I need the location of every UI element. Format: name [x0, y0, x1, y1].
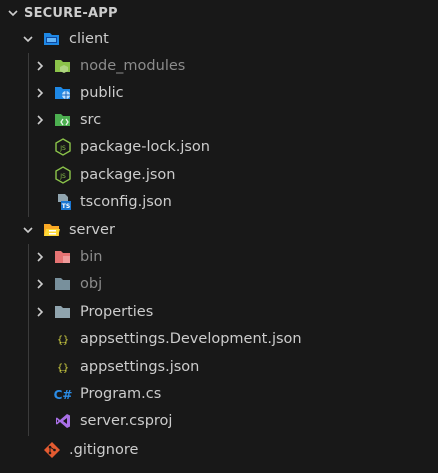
- chevron-down-icon: [8, 10, 18, 17]
- client-folder-open-icon: [44, 33, 59, 45]
- file-label: server.csproj: [80, 413, 173, 429]
- folder-label: client: [69, 31, 109, 47]
- public-folder-icon: [55, 87, 70, 99]
- file-label: Program.cs: [80, 386, 162, 402]
- file-tsconfig-json[interactable]: TS tsconfig.json: [0, 189, 438, 216]
- csharp-icon: C#: [54, 388, 72, 402]
- json-braces-icon: {}: [57, 363, 69, 374]
- file-package-lock-json[interactable]: JS package-lock.json: [0, 134, 438, 161]
- nodejs-icon: JS: [55, 138, 71, 156]
- file-label: .gitignore: [69, 442, 139, 458]
- nodejs-icon: JS: [55, 166, 71, 184]
- file-label: package.json: [80, 167, 176, 183]
- chevron-down-icon: [23, 227, 33, 234]
- file-server-csproj[interactable]: server.csproj: [0, 408, 438, 435]
- svg-text:C#: C#: [54, 388, 72, 402]
- src-folder-icon: [55, 114, 70, 126]
- file-label: appsettings.json: [80, 359, 200, 375]
- folder-label: server: [69, 222, 115, 238]
- chevron-right-icon: [37, 115, 44, 125]
- chevron-right-icon: [37, 307, 44, 317]
- file-label: appsettings.Development.json: [80, 331, 302, 347]
- folder-label: obj: [80, 276, 103, 292]
- folder-bin[interactable]: bin: [0, 244, 438, 271]
- folder-client[interactable]: client: [0, 26, 438, 53]
- folder-label: src: [80, 112, 102, 128]
- chevron-down-icon: [23, 36, 33, 43]
- file-package-json[interactable]: JS package.json: [0, 162, 438, 189]
- node-modules-folder-icon: [55, 60, 70, 73]
- folder-node-modules[interactable]: node_modules: [0, 53, 438, 80]
- svg-text:JS: JS: [59, 145, 66, 152]
- svg-text:{}: {}: [57, 335, 69, 346]
- file-explorer: SECURE-APP client node_modules public sr…: [0, 0, 438, 473]
- chevron-right-icon: [37, 88, 44, 98]
- chevron-right-icon: [37, 279, 44, 289]
- json-braces-icon: {}: [57, 335, 69, 346]
- svg-text:JS: JS: [59, 173, 66, 180]
- file-label: package-lock.json: [80, 139, 210, 155]
- root-folder-secure-app[interactable]: SECURE-APP: [0, 0, 438, 27]
- bin-folder-icon: [55, 251, 70, 263]
- visual-studio-icon: [56, 414, 70, 428]
- folder-icon: [55, 306, 70, 318]
- typescript-config-icon: TS: [58, 194, 71, 210]
- file-gitignore[interactable]: .gitignore: [0, 437, 438, 464]
- file-appsettings-development-json[interactable]: {} appsettings.Development.json: [0, 326, 438, 353]
- chevron-right-icon: [37, 61, 44, 71]
- folder-label: Properties: [80, 304, 154, 320]
- git-icon: [44, 442, 60, 458]
- chevron-right-icon: [37, 252, 44, 262]
- file-appsettings-json[interactable]: {} appsettings.json: [0, 354, 438, 381]
- folder-properties[interactable]: Properties: [0, 299, 438, 326]
- folder-obj[interactable]: obj: [0, 271, 438, 298]
- folder-label: public: [80, 85, 124, 101]
- folder-public[interactable]: public: [0, 80, 438, 107]
- folder-src[interactable]: src: [0, 107, 438, 134]
- folder-label: bin: [80, 249, 103, 265]
- folder-label: node_modules: [80, 58, 186, 74]
- file-label: tsconfig.json: [80, 194, 172, 210]
- server-folder-open-icon: [44, 224, 60, 236]
- svg-text:{}: {}: [57, 363, 69, 374]
- folder-icon: [55, 278, 70, 290]
- file-program-cs[interactable]: C# Program.cs: [0, 381, 438, 408]
- root-folder-label: SECURE-APP: [24, 6, 118, 21]
- svg-text:TS: TS: [62, 203, 70, 210]
- folder-server[interactable]: server: [0, 217, 438, 244]
